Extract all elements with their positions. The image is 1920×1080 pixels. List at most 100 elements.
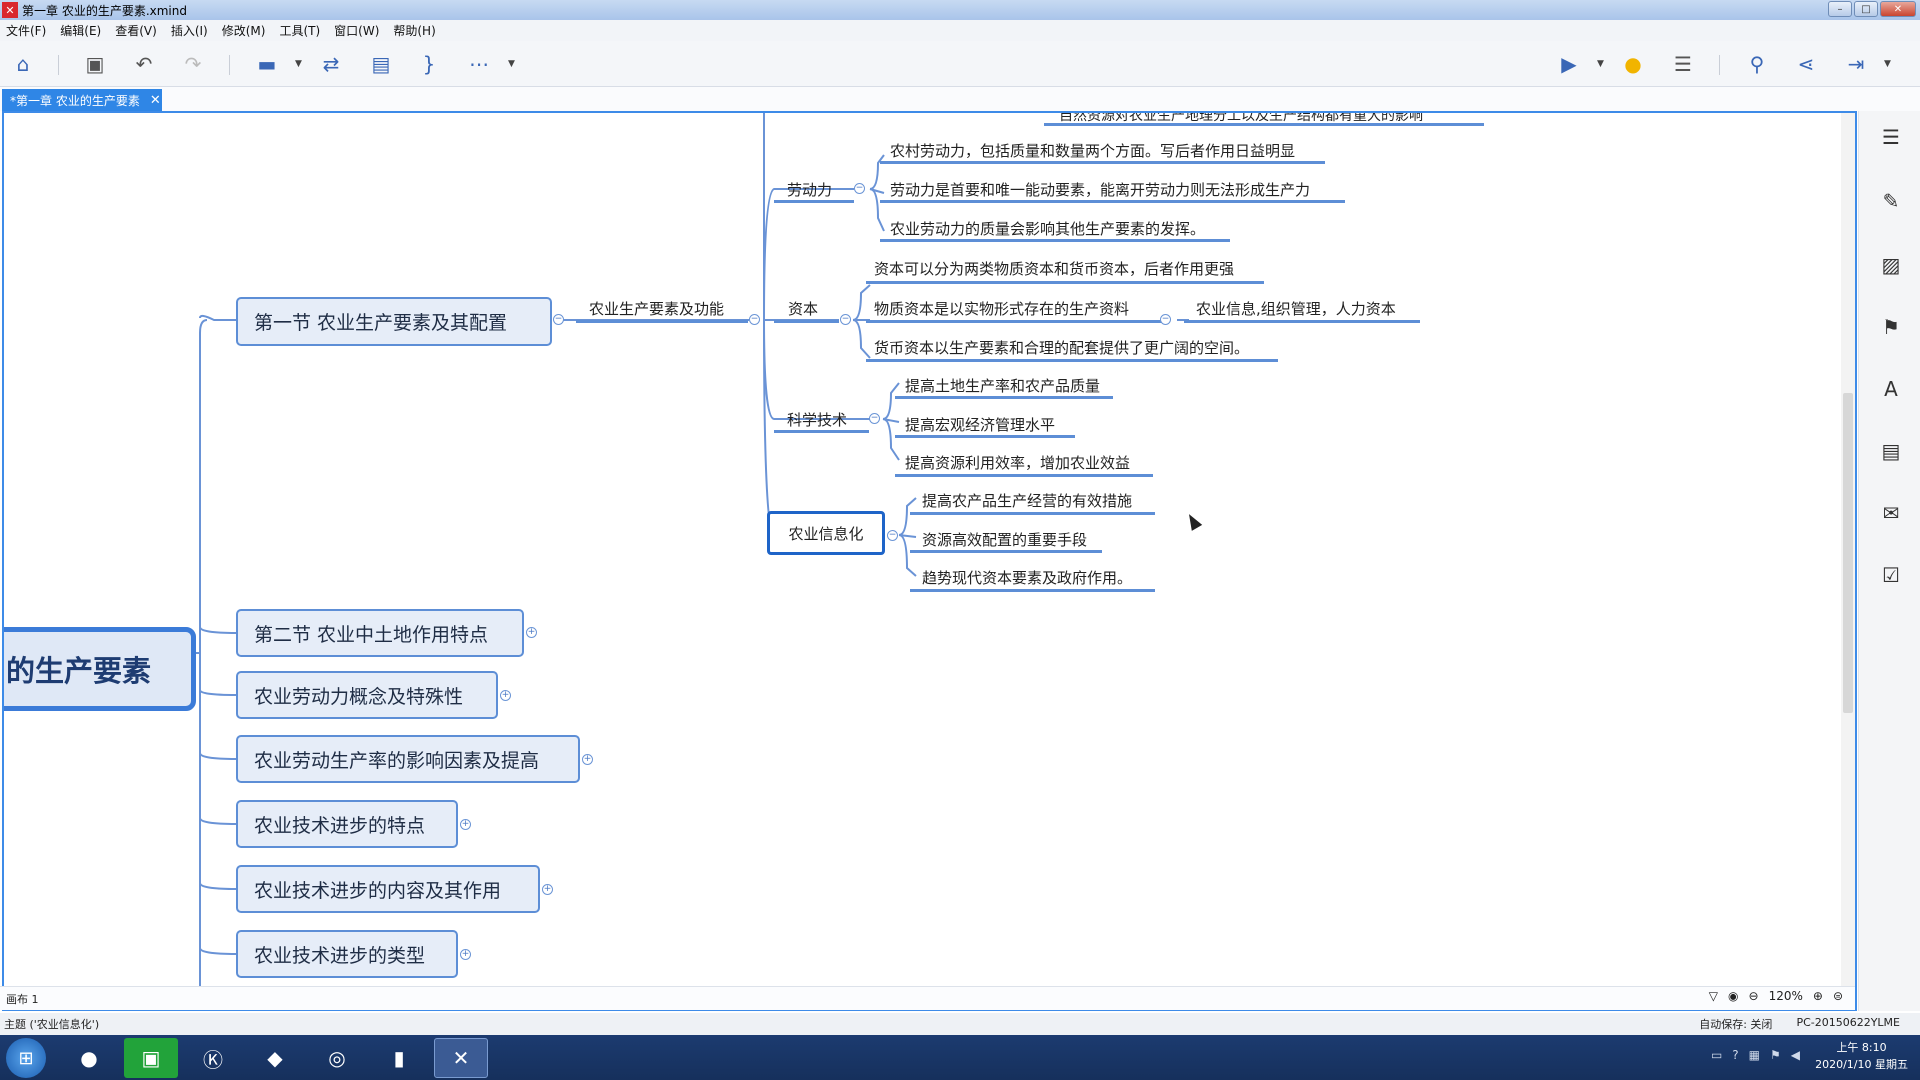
menu-modify[interactable]: 修改(M) xyxy=(222,22,266,39)
chevron-down-icon[interactable]: ▼ xyxy=(508,59,515,69)
image-icon[interactable]: ▨ xyxy=(1879,253,1903,277)
expand-toggle[interactable]: + xyxy=(460,819,471,830)
menu-help[interactable]: 帮助(H) xyxy=(393,22,435,39)
expand-toggle[interactable]: + xyxy=(500,690,511,701)
tech-topic[interactable]: 科学技术 xyxy=(787,409,847,430)
volume-icon[interactable]: ◀ xyxy=(1791,1048,1800,1062)
iqiyi-icon[interactable]: ▣ xyxy=(124,1038,178,1078)
menu-tools[interactable]: 工具(T) xyxy=(279,22,320,39)
expand-toggle[interactable]: + xyxy=(582,754,593,765)
obs-icon[interactable]: ◎ xyxy=(310,1038,364,1078)
share-icon[interactable]: ⋖ xyxy=(1793,51,1819,77)
expand-toggle[interactable]: + xyxy=(542,884,553,895)
start-button[interactable]: ⊞ xyxy=(6,1038,46,1078)
capital-item[interactable]: 资本可以分为两类物质资本和货币资本，后者作用更强 xyxy=(874,258,1234,279)
chevron-down-icon[interactable]: ▼ xyxy=(295,59,302,69)
close-window-button[interactable]: ✕ xyxy=(1880,1,1916,17)
labor-item[interactable]: 农业劳动力的质量会影响其他生产要素的发挥。 xyxy=(890,218,1205,239)
sheet-tab[interactable]: 画布 1 xyxy=(6,991,39,1007)
more-icon[interactable]: ⋯ xyxy=(466,51,492,77)
format-brush-icon[interactable]: ✎ xyxy=(1879,189,1903,213)
selected-topic[interactable]: 农业信息化 xyxy=(767,511,885,555)
collapse-toggle[interactable]: − xyxy=(1160,314,1171,325)
function-topic[interactable]: 农业生产要素及功能 xyxy=(589,298,724,319)
minimize-button[interactable]: – xyxy=(1828,1,1852,17)
task-icon[interactable]: ☑ xyxy=(1879,563,1903,587)
close-icon[interactable]: ✕ xyxy=(150,93,161,108)
tech-item[interactable]: 提高宏观经济管理水平 xyxy=(905,414,1055,435)
expand-toggle[interactable]: + xyxy=(526,627,537,638)
eye-icon[interactable]: ◉ xyxy=(1728,989,1738,1003)
zoom-in-icon[interactable]: ⊕ xyxy=(1813,989,1823,1003)
redo-icon[interactable]: ↷ xyxy=(180,51,206,77)
section-topic[interactable]: 农业技术进步的内容及其作用 xyxy=(236,865,540,913)
info-item[interactable]: 资源高效配置的重要手段 xyxy=(922,529,1087,550)
labor-item[interactable]: 农村劳动力，包括质量和数量两个方面。写后者作用日益明显 xyxy=(890,140,1295,161)
section-topic[interactable]: 农业劳动力概念及特殊性 xyxy=(236,671,498,719)
clock[interactable]: 上午 8:10 2020/1/10 星期五 xyxy=(1815,1039,1908,1073)
comment-icon[interactable]: ✉ xyxy=(1879,501,1903,525)
feishu-icon[interactable]: ◆ xyxy=(248,1038,302,1078)
relationship-icon[interactable]: ⇄ xyxy=(318,51,344,77)
summary-icon[interactable]: } xyxy=(416,51,442,77)
search-icon[interactable]: ⚲ xyxy=(1744,51,1770,77)
zoom-out-icon[interactable]: ⊖ xyxy=(1749,989,1759,1003)
maximize-button[interactable]: □ xyxy=(1854,1,1878,17)
outliner-icon[interactable]: ☰ xyxy=(1670,51,1696,77)
home-icon[interactable]: ⌂ xyxy=(10,51,36,77)
section-topic[interactable]: 第二节 农业中土地作用特点 xyxy=(236,609,524,657)
capital-item[interactable]: 物质资本是以实物形式存在的生产资料 xyxy=(874,298,1129,319)
central-topic[interactable]: 的生产要素 xyxy=(4,627,196,711)
collapse-toggle[interactable]: − xyxy=(854,183,865,194)
filter-icon[interactable]: ▽ xyxy=(1709,989,1718,1003)
vertical-scroll-thumb[interactable] xyxy=(1843,393,1853,713)
folder-icon[interactable]: ▮ xyxy=(372,1038,426,1078)
collapse-toggle[interactable]: − xyxy=(869,413,880,424)
labor-topic[interactable]: 劳动力 xyxy=(787,179,832,200)
export-icon[interactable]: ⇥ xyxy=(1843,51,1869,77)
undo-icon[interactable]: ↶ xyxy=(131,51,157,77)
menu-window[interactable]: 窗口(W) xyxy=(334,22,379,39)
collapse-toggle[interactable]: − xyxy=(840,314,851,325)
kugou-icon[interactable]: Ⓚ xyxy=(186,1038,240,1078)
network-icon[interactable]: ▦ xyxy=(1749,1048,1760,1062)
collapse-toggle[interactable]: − xyxy=(749,314,760,325)
collapse-toggle[interactable]: − xyxy=(887,530,898,541)
font-icon[interactable]: A xyxy=(1879,377,1903,401)
section-topic[interactable]: 农业技术进步的类型 xyxy=(236,930,458,978)
document-tab[interactable]: *第一章 农业的生产要素 ✕ xyxy=(2,89,162,111)
expand-toggle[interactable]: + xyxy=(460,949,471,960)
capital-topic[interactable]: 资本 xyxy=(788,298,818,319)
flag-icon[interactable]: ⚑ xyxy=(1770,1048,1781,1062)
menu-edit[interactable]: 编辑(E) xyxy=(60,22,101,39)
help-icon[interactable]: ? xyxy=(1732,1048,1738,1062)
keyboard-icon[interactable]: ▭ xyxy=(1711,1048,1722,1062)
menu-file[interactable]: 文件(F) xyxy=(6,22,46,39)
section-topic[interactable]: 第一节 农业生产要素及其配置 xyxy=(236,297,552,346)
vertical-scrollbar[interactable] xyxy=(1841,113,1855,993)
autosave-status[interactable]: 自动保存: 关闭 xyxy=(1699,1016,1772,1032)
marker-flag-icon[interactable]: ⚑ xyxy=(1879,315,1903,339)
menu-insert[interactable]: 插入(I) xyxy=(171,22,208,39)
zoom-level[interactable]: 120% xyxy=(1769,989,1803,1003)
qq-icon[interactable]: ● xyxy=(62,1038,116,1078)
section-topic[interactable]: 农业劳动生产率的影响因素及提高 xyxy=(236,735,580,783)
outline-icon[interactable]: ☰ xyxy=(1879,125,1903,149)
capital-item[interactable]: 货币资本以生产要素和合理的配套提供了更广阔的空间。 xyxy=(874,337,1249,358)
labor-item[interactable]: 劳动力是首要和唯一能动要素，能离开劳动力则无法形成生产力 xyxy=(890,179,1310,200)
section-topic[interactable]: 农业技术进步的特点 xyxy=(236,800,458,848)
tech-item[interactable]: 提高土地生产率和农产品质量 xyxy=(905,375,1100,396)
notes-icon[interactable]: ▤ xyxy=(1879,439,1903,463)
presentation-icon[interactable]: ▶ xyxy=(1556,51,1582,77)
info-item[interactable]: 趋势现代资本要素及政府作用。 xyxy=(922,567,1132,588)
tech-item[interactable]: 提高资源利用效率，增加农业效益 xyxy=(905,452,1130,473)
info-item[interactable]: 提高农产品生产经营的有效措施 xyxy=(922,490,1132,511)
save-icon[interactable]: ▣ xyxy=(82,51,108,77)
mind-map-canvas[interactable]: 自然资源对农业生产地理分工以及生产结构都有重大的影响 的生产要素 第一节 农业生… xyxy=(2,111,1857,1011)
boundary-icon[interactable]: ▤ xyxy=(368,51,394,77)
collapse-toggle[interactable]: − xyxy=(553,314,564,325)
fit-icon[interactable]: ⊜ xyxy=(1833,989,1843,1003)
capital-sub-item[interactable]: 农业信息,组织管理，人力资本 xyxy=(1196,298,1396,319)
xmind-taskbar-icon[interactable]: ✕ xyxy=(434,1038,488,1078)
menu-view[interactable]: 查看(V) xyxy=(115,22,157,39)
